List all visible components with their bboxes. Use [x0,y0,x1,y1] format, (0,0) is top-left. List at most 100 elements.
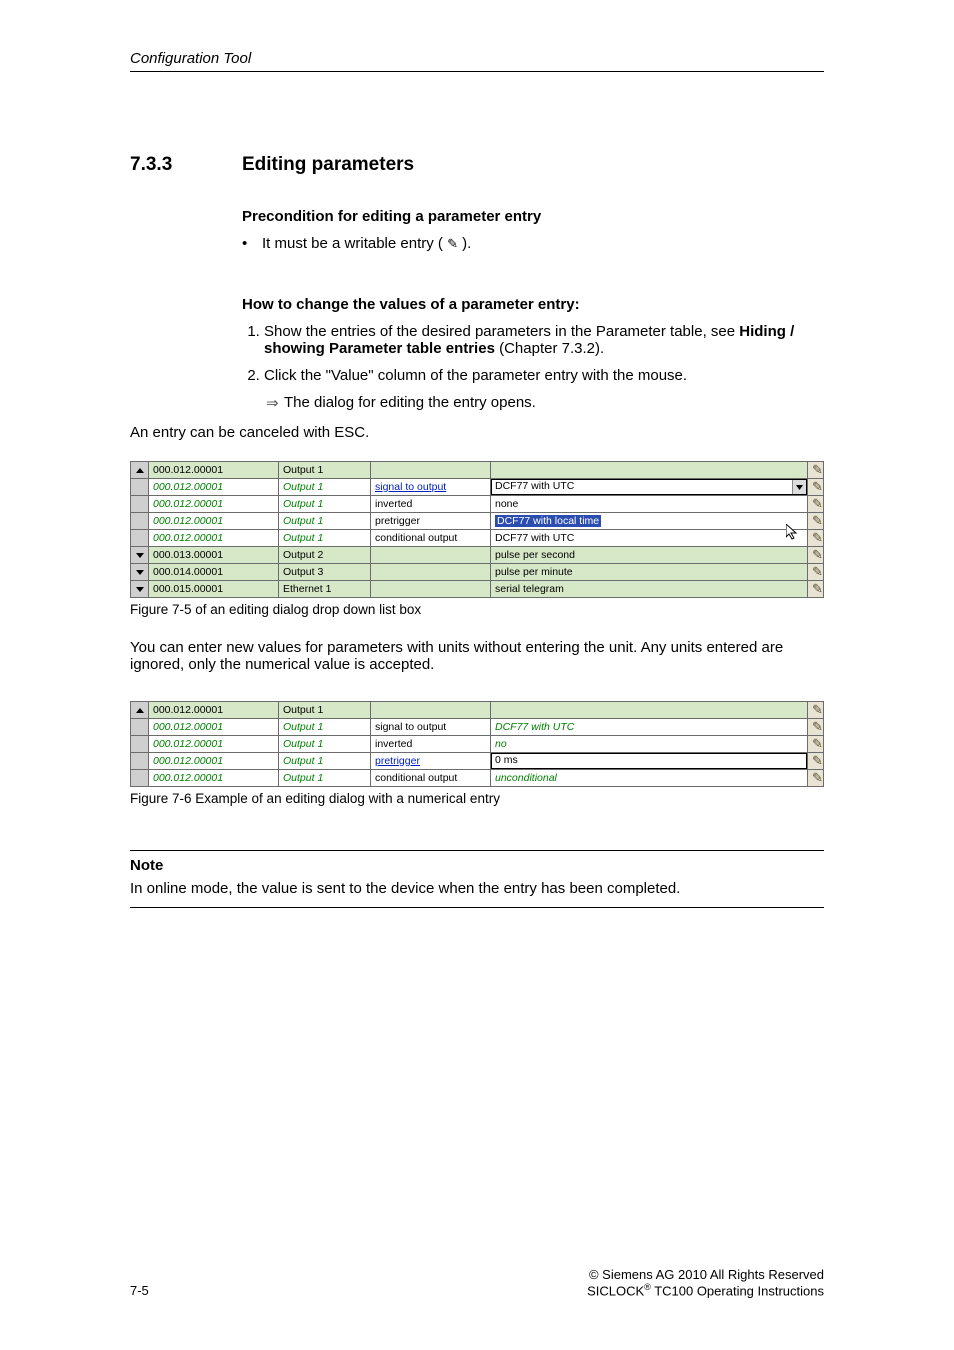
param-id: 000.012.00001 [149,513,279,530]
param-value[interactable]: DCF77 with local time [491,513,808,530]
table-row: 000.013.00001Output 2pulse per second✎ [131,547,824,564]
value-dropdown[interactable]: DCF77 with UTC [491,479,807,495]
param-value[interactable]: DCF77 with UTC [491,530,808,547]
edit-indicator: ✎ [808,719,824,736]
howto-step-1: Show the entries of the desired paramete… [264,323,824,357]
param-id: 000.012.00001 [149,770,279,787]
param-group: Output 1 [279,770,371,787]
param-id: 000.012.00001 [149,530,279,547]
dropdown-option-highlighted[interactable]: DCF77 with local time [495,515,601,527]
param-value[interactable]: 0 ms [491,753,808,770]
param-name: inverted [375,498,412,510]
table-row: 000.012.00001Output 1conditional outputu… [131,770,824,787]
table-row: 000.012.00001Output 1invertednone✎ [131,496,824,513]
row-handle[interactable] [131,479,149,496]
figure-caption-2: Figure 7-6 Example of an editing dialog … [130,791,824,806]
value-text: no [495,738,507,750]
edit-indicator: ✎ [808,702,824,719]
expand-down-icon[interactable] [136,570,144,575]
howto-heading: How to change the values of a parameter … [242,296,824,313]
pencil-icon: ✎ [812,770,823,786]
param-id: 000.013.00001 [149,547,279,564]
param-group: Ethernet 1 [279,581,371,598]
table-row: 000.015.00001Ethernet 1serial telegram✎ [131,581,824,598]
param-value[interactable]: DCF77 with UTC [491,479,808,496]
parameter-table-fig1: 000.012.00001Output 1✎000.012.00001Outpu… [130,461,824,598]
param-value[interactable]: no [491,736,808,753]
param-group: Output 1 [279,719,371,736]
param-group: Output 1 [279,736,371,753]
row-handle[interactable] [131,736,149,753]
precondition-heading: Precondition for editing a parameter ent… [242,208,824,225]
value-text: DCF77 with UTC [495,721,574,733]
edit-indicator: ✎ [808,770,824,787]
param-id: 000.012.00001 [149,753,279,770]
param-value[interactable]: DCF77 with UTC [491,719,808,736]
pencil-icon: ✎ [812,513,823,529]
note-label: Note [130,857,824,874]
param-name-link[interactable]: pretrigger [375,755,420,767]
param-id: 000.012.00001 [149,496,279,513]
row-handle[interactable] [131,530,149,547]
param-value[interactable]: none [491,496,808,513]
row-handle[interactable] [131,513,149,530]
table-row: 000.012.00001Output 1invertedno✎ [131,736,824,753]
howto-result: The dialog for editing the entry opens. [284,394,536,412]
pencil-icon: ✎ [812,530,823,546]
pencil-icon: ✎ [812,462,823,478]
row-handle[interactable] [131,581,149,598]
pencil-icon: ✎ [812,702,823,718]
param-value[interactable] [491,462,808,479]
collapse-up-icon[interactable] [136,468,144,473]
dropdown-option[interactable]: pulse per minute [495,566,573,578]
section-title: Editing parameters [242,154,414,176]
param-group: Output 1 [279,702,371,719]
dropdown-option[interactable]: DCF77 with UTC [495,532,574,544]
expand-down-icon[interactable] [136,587,144,592]
dropdown-option[interactable]: none [495,498,518,510]
row-handle[interactable] [131,770,149,787]
row-handle[interactable] [131,719,149,736]
row-handle[interactable] [131,547,149,564]
param-id: 000.012.00001 [149,702,279,719]
param-id: 000.012.00001 [149,462,279,479]
value-input[interactable]: 0 ms [491,753,807,769]
row-handle[interactable] [131,702,149,719]
row-handle[interactable] [131,564,149,581]
expand-down-icon[interactable] [136,553,144,558]
edit-indicator: ✎ [808,736,824,753]
pencil-icon: ✎ [812,581,823,597]
param-value[interactable]: serial telegram [491,581,808,598]
footer-copyright: © Siemens AG 2010 All Rights Reserved [587,1267,824,1282]
edit-indicator: ✎ [808,479,824,496]
footer-product: SICLOCK® TC100 Operating Instructions [587,1282,824,1298]
param-value[interactable]: pulse per second [491,547,808,564]
pencil-icon: ✎ [447,236,458,252]
table-row: 000.012.00001Output 1signal to outputDCF… [131,719,824,736]
param-id: 000.012.00001 [149,479,279,496]
param-value[interactable] [491,702,808,719]
pencil-icon: ✎ [812,564,823,580]
edit-indicator: ✎ [808,753,824,770]
param-name: conditional output [375,532,457,544]
precondition-text: It must be a writable entry ( ✎ ). [262,235,471,252]
collapse-up-icon[interactable] [136,708,144,713]
param-group: Output 1 [279,462,371,479]
dropdown-button[interactable] [792,480,806,494]
row-handle[interactable] [131,753,149,770]
edit-indicator: ✎ [808,496,824,513]
param-group: Output 1 [279,530,371,547]
table-row: 000.012.00001Output 1 ✎ [131,462,824,479]
table-row: 000.012.00001Output 1 ✎ [131,702,824,719]
param-value[interactable]: pulse per minute [491,564,808,581]
table-row: 000.012.00001Output 1pretriggerDCF77 wit… [131,513,824,530]
param-value[interactable]: unconditional [491,770,808,787]
dropdown-option[interactable]: pulse per second [495,549,575,561]
param-name-link[interactable]: signal to output [375,481,446,493]
dropdown-option[interactable]: serial telegram [495,583,564,595]
pencil-icon: ✎ [812,479,823,495]
pencil-icon: ✎ [812,736,823,752]
row-handle[interactable] [131,496,149,513]
row-handle[interactable] [131,462,149,479]
cancel-note: An entry can be canceled with ESC. [130,424,824,441]
